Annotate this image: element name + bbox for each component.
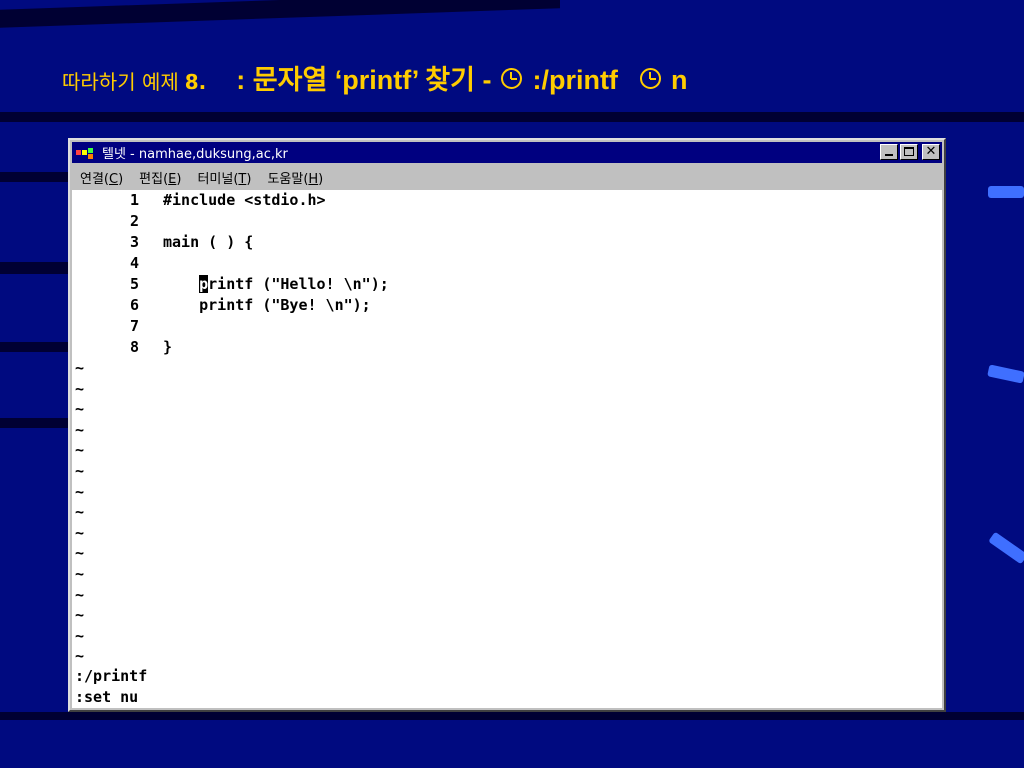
command-line-set: :set nu xyxy=(75,688,139,706)
tilde-marker: ~ xyxy=(75,606,85,625)
slide-title: 따라하기 예제 8. : 문자열 ‘printf’ 찾기 - :/printf … xyxy=(62,58,687,102)
maximize-icon xyxy=(904,147,914,156)
minimize-button[interactable] xyxy=(880,144,898,160)
tilde-marker: ~ xyxy=(75,565,85,583)
tilde-marker: ~ xyxy=(75,626,85,645)
tilde-marker: ~ xyxy=(75,503,85,522)
tilde-marker: ~ xyxy=(75,544,85,563)
tilde-marker: ~ xyxy=(75,400,85,419)
maximize-button[interactable] xyxy=(900,144,918,160)
line-number: 7 xyxy=(129,317,139,335)
code-text: main ( ) { xyxy=(163,233,254,251)
background-stripe xyxy=(0,172,70,182)
menu-connect[interactable]: 연결(C) xyxy=(72,168,131,187)
line-number: 3 xyxy=(129,233,139,251)
tilde-marker: ~ xyxy=(75,379,85,398)
tilde-marker: ~ xyxy=(75,647,85,666)
close-icon: ✕ xyxy=(925,144,937,159)
decorative-dash xyxy=(988,531,1024,565)
background-stripe xyxy=(0,712,1024,720)
clock-icon xyxy=(501,68,523,89)
tilde-marker: ~ xyxy=(75,359,85,377)
telnet-window: 텔넷 - namhae,duksung,ac,kr ✕ 연결(C) 편집(E) … xyxy=(68,138,946,712)
background-stripe xyxy=(0,342,70,352)
slide-title-key: n xyxy=(670,65,688,95)
slide-title-number: 8. xyxy=(184,70,207,94)
window-title: 텔넷 - namhae,duksung,ac,kr xyxy=(102,147,288,162)
slide-title-command: :/printf xyxy=(532,65,618,95)
background-stripe xyxy=(0,0,560,28)
line-number: 5 xyxy=(129,275,139,293)
command-line-search: :/printf xyxy=(75,667,148,685)
menu-help[interactable]: 도움말(H) xyxy=(259,168,331,187)
line-number: 4 xyxy=(129,254,139,272)
line-number: 6 xyxy=(129,296,139,314)
menu-edit[interactable]: 편집(E) xyxy=(131,168,189,187)
window-controls: ✕ xyxy=(880,144,940,160)
minimize-icon xyxy=(885,154,893,156)
tilde-marker: ~ xyxy=(75,482,85,501)
code-text: printf ("Hello! \n"); xyxy=(199,275,389,293)
text-cursor: p xyxy=(199,275,209,293)
background-stripe xyxy=(0,262,70,274)
line-number: 1 xyxy=(129,191,139,209)
code-text: } xyxy=(163,338,173,356)
tilde-marker: ~ xyxy=(75,523,85,542)
background-stripe xyxy=(0,112,1024,122)
menu-terminal[interactable]: 터미널(T) xyxy=(189,168,259,187)
decorative-dash xyxy=(988,186,1024,198)
code-text: printf ("Bye! \n"); xyxy=(163,296,371,314)
tilde-marker: ~ xyxy=(75,462,85,480)
slide-title-prefix: 따라하기 예제 xyxy=(62,70,179,94)
close-button[interactable]: ✕ xyxy=(922,144,940,160)
tilde-marker: ~ xyxy=(75,441,85,460)
background-stripe xyxy=(0,418,70,428)
telnet-app-icon[interactable] xyxy=(76,146,98,160)
line-number: 2 xyxy=(129,212,139,230)
slide-title-main: : 문자열 ‘printf’ 찾기 - xyxy=(236,65,492,95)
line-number: 8 xyxy=(129,338,139,356)
code-text: #include <stdio.h> xyxy=(163,191,326,209)
window-titlebar[interactable]: 텔넷 - namhae,duksung,ac,kr ✕ xyxy=(72,142,942,163)
menu-bar: 연결(C) 편집(E) 터미널(T) 도움말(H) xyxy=(72,165,942,189)
terminal-screen[interactable]: 1 #include <stdio.h> 2 3 main ( ) { 4 5 pr… xyxy=(72,190,942,708)
tilde-marker: ~ xyxy=(75,420,85,439)
decorative-dash xyxy=(987,364,1024,384)
tilde-marker: ~ xyxy=(75,585,85,604)
clock-icon xyxy=(639,68,661,89)
